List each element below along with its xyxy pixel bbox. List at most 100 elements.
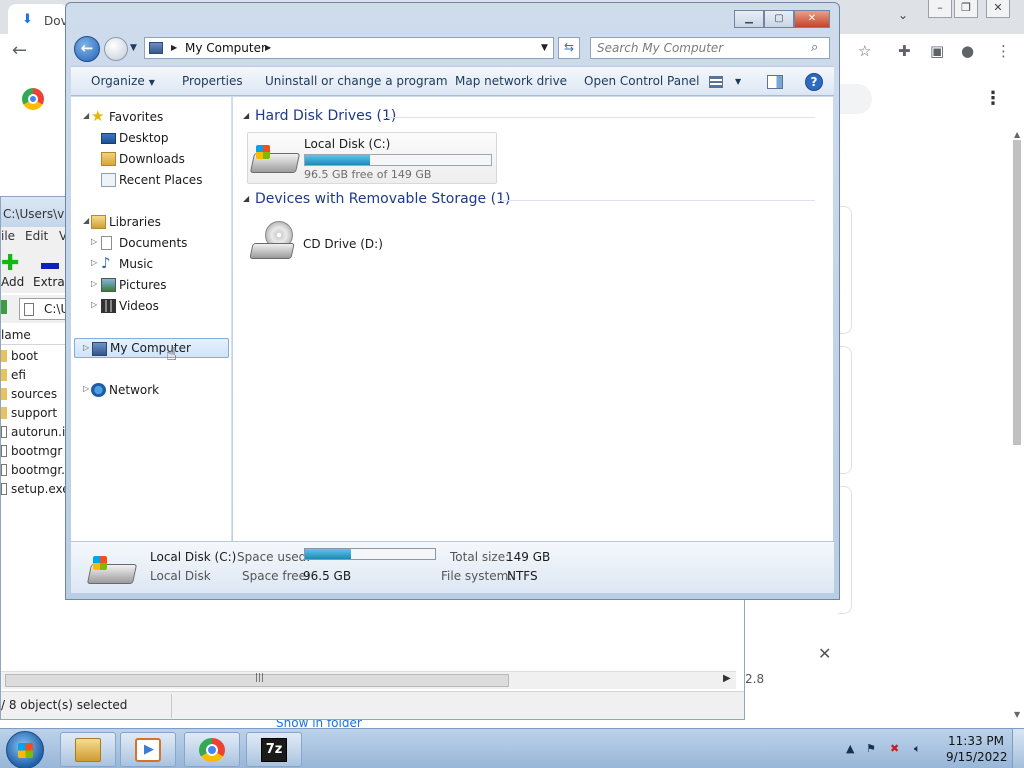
chrome-menu-icon[interactable]: ⋮ — [996, 42, 1011, 60]
chrome-back-icon[interactable]: ← — [12, 40, 27, 61]
show-desktop-button[interactable] — [1012, 729, 1024, 768]
taskbar-chrome-button[interactable] — [184, 732, 240, 767]
back-button[interactable]: ← — [74, 36, 100, 62]
nav-item-my-computer[interactable]: ▷ My Computer — [74, 338, 229, 358]
scroll-up-arrow-icon[interactable]: ▲ — [1014, 130, 1020, 139]
extensions-icon[interactable]: ✚ — [898, 42, 911, 60]
change-view-icon[interactable] — [709, 76, 723, 88]
expand-arrow-icon[interactable]: ▷ — [91, 279, 97, 288]
clock-date[interactable]: 9/15/2022 — [946, 750, 1008, 764]
search-icon[interactable]: ⌕ — [811, 40, 818, 55]
chrome-tab-list-icon[interactable]: ⌄ — [898, 8, 908, 22]
nav-item-documents[interactable]: ▷ Documents — [71, 233, 226, 253]
expand-arrow-icon[interactable]: ▷ — [83, 384, 89, 393]
search-input[interactable] — [597, 41, 802, 55]
taskbar-7zip-button[interactable]: 7z — [246, 732, 302, 767]
breadcrumb-arrow-icon[interactable]: ▶ — [171, 43, 177, 52]
collapse-arrow-icon[interactable]: ◢ — [243, 194, 249, 203]
profile-icon[interactable]: ● — [961, 42, 974, 60]
sevenzip-horizontal-scrollbar[interactable]: ||| ▶ — [1, 671, 736, 689]
help-icon[interactable]: ? — [805, 73, 823, 91]
search-box[interactable]: ⌕ — [590, 37, 830, 59]
properties-button[interactable]: Properties — [182, 74, 243, 88]
list-item[interactable]: boot — [1, 347, 71, 366]
chrome-minimize-button[interactable]: – — [928, 0, 952, 18]
refresh-button[interactable]: ⇆ — [558, 37, 580, 59]
list-item[interactable]: sources — [1, 385, 71, 404]
nav-item-downloads[interactable]: Downloads — [71, 149, 226, 169]
group-header-removable-storage[interactable]: ◢ Devices with Removable Storage (1) — [233, 189, 823, 211]
address-bar[interactable]: ▶ My Computer ▶ ▼ — [144, 37, 554, 59]
group-header-hard-disk-drives[interactable]: ◢ Hard Disk Drives (1) — [233, 106, 823, 128]
forward-button[interactable] — [104, 37, 128, 61]
bookmark-star-icon[interactable]: ☆ — [858, 42, 871, 60]
list-item[interactable]: setup.exe — [1, 480, 71, 499]
scroll-down-arrow-icon[interactable]: ▼ — [1014, 710, 1020, 719]
expand-arrow-icon[interactable]: ▷ — [91, 258, 97, 267]
breadcrumb-my-computer[interactable]: My Computer — [185, 41, 266, 55]
chrome-restore-button[interactable]: ❐ — [954, 0, 978, 18]
nav-item-desktop[interactable]: Desktop — [71, 128, 226, 148]
close-download-icon[interactable]: ✕ — [818, 644, 831, 663]
expand-arrow-icon[interactable]: ▷ — [83, 343, 89, 352]
clock-time[interactable]: 11:33 PM — [948, 734, 1004, 748]
list-item[interactable]: support — [1, 404, 71, 423]
address-dropdown-icon[interactable]: ▼ — [541, 43, 548, 53]
drive-item-cd-drive-d[interactable]: CD Drive (D:) — [247, 217, 447, 267]
map-network-drive-button[interactable]: Map network drive — [455, 74, 567, 88]
uninstall-program-button[interactable]: Uninstall or change a program — [265, 74, 448, 88]
scroll-right-arrow-icon[interactable]: ▶ — [723, 673, 731, 684]
page-menu-icon[interactable]: ⋮ — [984, 88, 1002, 109]
taskbar-explorer-button[interactable] — [60, 732, 116, 767]
chrome-tab[interactable]: ⬇ Dov — [8, 4, 68, 34]
go-up-icon[interactable] — [1, 300, 7, 314]
collapse-arrow-icon[interactable]: ◢ — [83, 216, 89, 225]
add-icon[interactable]: ✚ — [1, 253, 19, 275]
network-disconnected-icon[interactable]: ✖ — [890, 742, 899, 755]
nav-label: Videos — [119, 299, 159, 313]
volume-icon[interactable]: 🔈︎ — [914, 742, 921, 756]
open-control-panel-button[interactable]: Open Control Panel — [584, 74, 699, 88]
expand-arrow-icon[interactable]: ▷ — [91, 237, 97, 246]
drive-item-local-disk-c[interactable]: Local Disk (C:) 96.5 GB free of 149 GB — [247, 132, 497, 184]
nav-item-music[interactable]: ▷ ♪ Music — [71, 254, 226, 274]
organize-button[interactable]: Organize ▼ — [91, 74, 155, 88]
chrome-search-box[interactable] — [840, 84, 872, 114]
preview-pane-icon[interactable] — [767, 75, 783, 89]
list-item[interactable]: efi — [1, 366, 71, 385]
breadcrumb-arrow-icon[interactable]: ▶ — [265, 43, 271, 52]
chrome-scrollbar-thumb[interactable] — [1013, 140, 1021, 445]
scrollbar-grip-icon: ||| — [255, 673, 265, 683]
close-button[interactable]: ✕ — [794, 10, 830, 28]
nav-item-pictures[interactable]: ▷ Pictures — [71, 275, 226, 295]
collapse-arrow-icon[interactable]: ◢ — [243, 111, 249, 120]
side-panel-icon[interactable]: ▣ — [930, 42, 944, 60]
chrome-close-button[interactable]: ✕ — [986, 0, 1010, 18]
nav-label: Recent Places — [119, 173, 203, 187]
collapse-arrow-icon[interactable]: ◢ — [83, 111, 89, 120]
list-item[interactable]: bootmgr.e — [1, 461, 72, 480]
show-hidden-icons-icon[interactable]: ▲ — [846, 742, 854, 755]
add-button[interactable]: Add — [1, 275, 24, 289]
nav-item-libraries[interactable]: ◢ Libraries — [71, 212, 226, 232]
nav-item-network[interactable]: ▷ Network — [71, 380, 226, 400]
list-item[interactable]: bootmgr — [1, 442, 71, 461]
name-column-header[interactable]: lame — [1, 328, 31, 342]
start-button[interactable] — [6, 731, 44, 768]
nav-label: Network — [109, 383, 160, 397]
maximize-button[interactable]: ▢ — [764, 10, 794, 28]
chrome-scrollbar[interactable]: ▲ ▼ — [1010, 130, 1022, 720]
minimize-button[interactable]: ▁ — [734, 10, 764, 28]
menu-edit[interactable]: Edit — [25, 229, 48, 243]
extract-icon[interactable] — [41, 263, 59, 269]
taskbar-media-player-button[interactable] — [120, 732, 176, 767]
menu-file[interactable]: ile — [1, 229, 15, 243]
nav-item-favorites[interactable]: ◢ ★ Favorites — [71, 107, 226, 127]
recent-pages-icon[interactable]: ▼ — [130, 43, 137, 53]
list-item[interactable]: autorun.in — [1, 423, 73, 442]
nav-item-recent-places[interactable]: Recent Places — [71, 170, 226, 190]
action-center-flag-icon[interactable]: ⚑ — [866, 742, 876, 755]
nav-item-videos[interactable]: ▷ Videos — [71, 296, 226, 316]
expand-arrow-icon[interactable]: ▷ — [91, 300, 97, 309]
chevron-down-icon[interactable]: ▼ — [735, 77, 741, 86]
